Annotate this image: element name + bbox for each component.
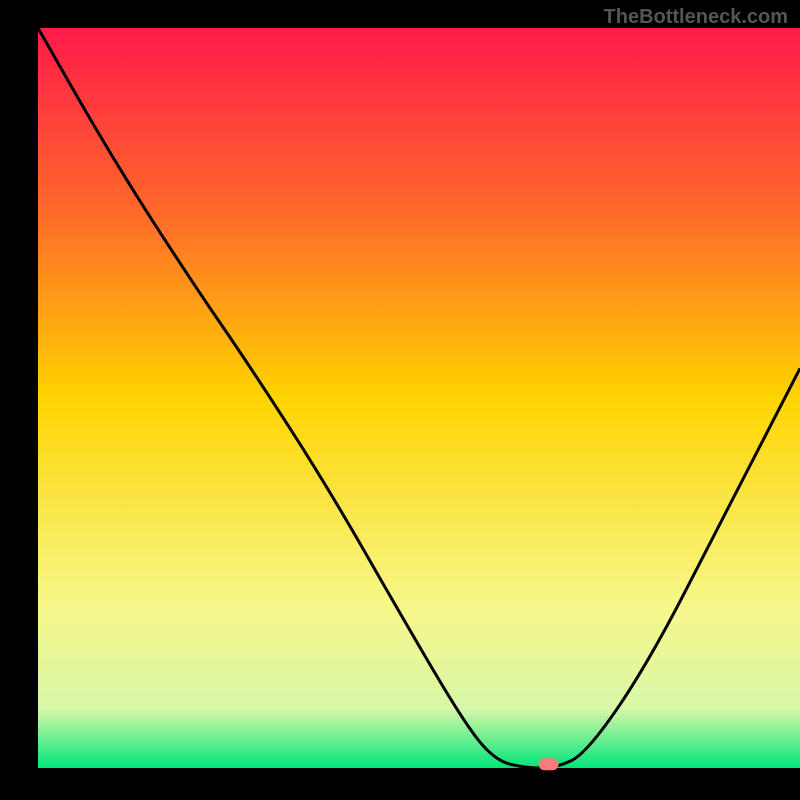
plot-area xyxy=(38,28,800,768)
chart-container: TheBottleneck.com xyxy=(0,0,800,800)
optimal-marker xyxy=(539,758,559,770)
bottleneck-chart xyxy=(0,0,800,800)
watermark-text: TheBottleneck.com xyxy=(604,6,788,29)
